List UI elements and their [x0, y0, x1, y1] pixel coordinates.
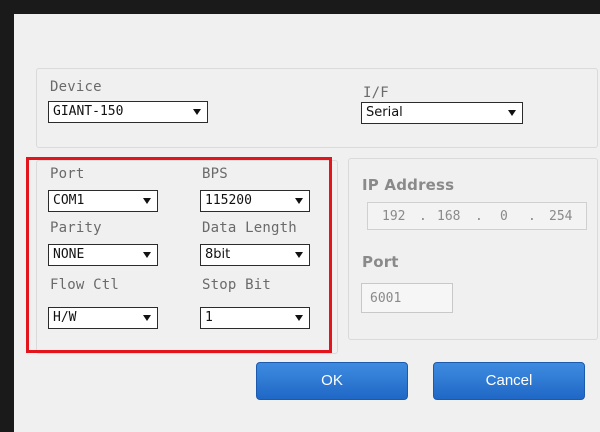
device-select[interactable]: GIANT-150 [48, 101, 208, 123]
ip-octet-3: 0 [500, 209, 508, 224]
window-frame-top [0, 0, 600, 14]
ip-octet-4: 254 [549, 209, 573, 224]
chevron-down-icon [193, 109, 201, 115]
ip-octet-2: 168 [437, 209, 461, 224]
network-port-label: Port [362, 253, 399, 271]
ip-address-field: 192 . 168 . 0 . 254 [367, 202, 587, 230]
interface-label: I/F [363, 85, 389, 101]
ok-button[interactable]: OK [256, 362, 408, 400]
interface-select-value: Serial [366, 105, 403, 120]
serial-settings-highlight [26, 157, 332, 353]
ip-dot-1: . [419, 209, 427, 224]
ip-dot-3: . [528, 209, 536, 224]
chevron-down-icon [508, 110, 516, 116]
device-label: Device [50, 79, 102, 95]
ip-dot-2: . [475, 209, 483, 224]
interface-select[interactable]: Serial [361, 102, 523, 124]
window-frame-left [0, 0, 14, 432]
device-select-value: GIANT-150 [53, 104, 124, 119]
ip-address-label: IP Address [362, 176, 455, 194]
cancel-button[interactable]: Cancel [433, 362, 585, 400]
network-port-field: 6001 [361, 283, 453, 313]
ip-octet-1: 192 [382, 209, 406, 224]
